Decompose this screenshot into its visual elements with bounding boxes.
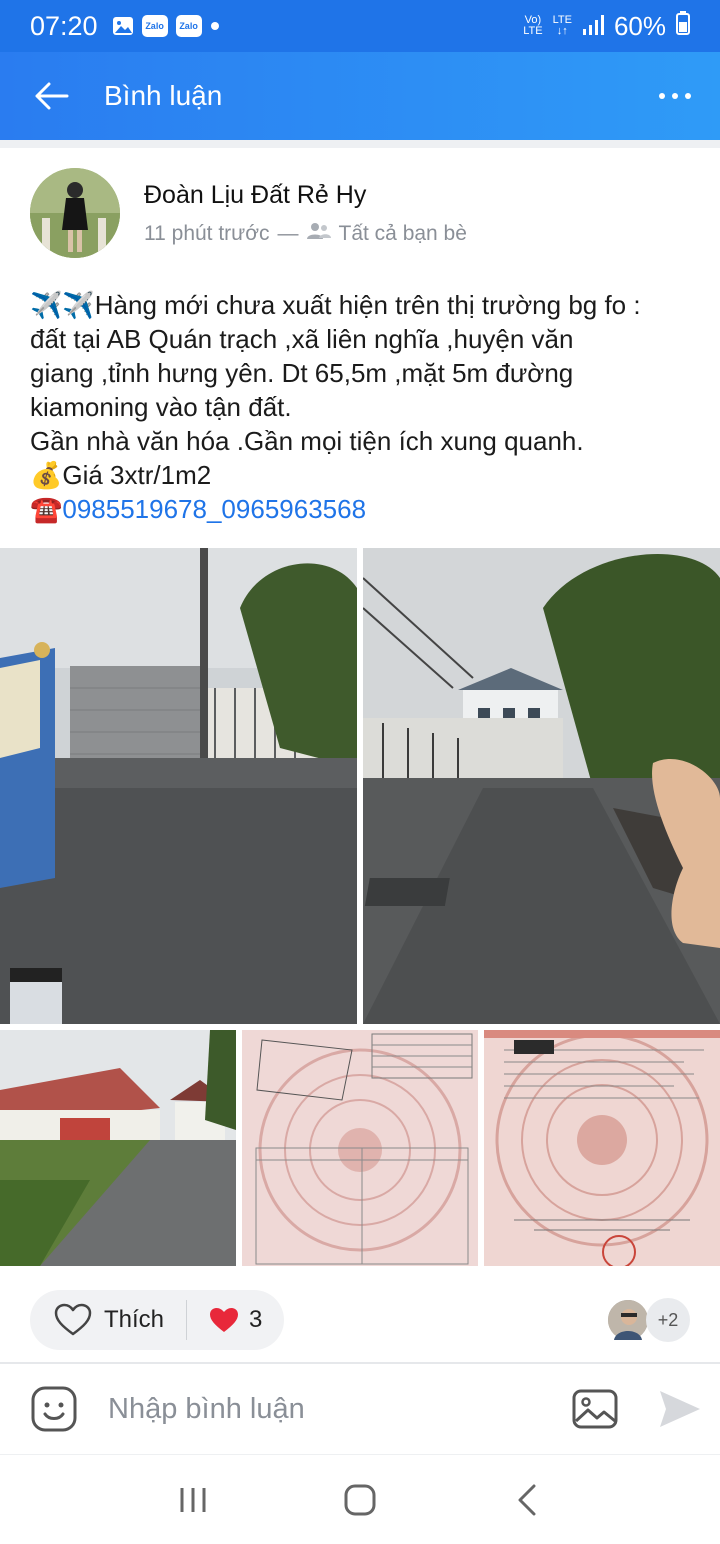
heart-outline-icon [54, 1303, 92, 1336]
like-button[interactable]: Thích [30, 1290, 186, 1350]
post-photo-1[interactable] [0, 548, 357, 1024]
status-bar: 07:20 Zalo Zalo Vo) LTE LTE ↓↑ 60% [0, 0, 720, 52]
zalo-notification-icon: Zalo [175, 15, 202, 37]
heart-count-value: 3 [249, 1306, 263, 1333]
image-icon [572, 1389, 618, 1429]
sticker-button[interactable] [0, 1364, 108, 1454]
gallery-notification-icon [112, 15, 134, 37]
reactors-list[interactable]: +2 [606, 1298, 690, 1342]
attach-image-button[interactable] [550, 1364, 640, 1454]
author-name[interactable]: Đoàn Lịu Đất Rẻ Hy [144, 181, 467, 210]
zalo-notification-icon: Zalo [141, 15, 168, 37]
heart-icon [210, 1308, 239, 1332]
post-photo-2[interactable] [363, 548, 720, 1024]
home-button[interactable] [320, 1460, 400, 1540]
arrow-left-icon [35, 82, 69, 110]
post-photo-3[interactable] [0, 1030, 236, 1266]
reactors-more-count: +2 [646, 1298, 690, 1342]
reaction-pill: Thích 3 [30, 1290, 284, 1350]
phone-link[interactable]: 0985519678_0965963568 [62, 494, 366, 524]
meta-separator: — [277, 221, 299, 245]
clock: 07:20 [30, 10, 98, 41]
lte-icon: LTE ↓↑ [552, 14, 572, 37]
reactions-row: Thích 3 +2 [30, 1290, 690, 1350]
app-bar: Bình luận [0, 52, 720, 140]
post-photo-4[interactable] [242, 1030, 478, 1266]
send-icon [660, 1391, 700, 1427]
post-meta: 11 phút trước — Tất cả bạn bè [144, 222, 467, 246]
recent-apps-button[interactable] [153, 1460, 233, 1540]
post-audience: Tất cả bạn bè [338, 221, 467, 245]
author-avatar[interactable] [30, 168, 120, 258]
battery-icon [676, 10, 690, 42]
signal-icon [582, 11, 604, 42]
recent-apps-icon [180, 1487, 206, 1512]
system-back-button[interactable] [487, 1460, 567, 1540]
more-options-button[interactable] [630, 52, 720, 140]
more-dots-icon [659, 93, 691, 99]
post-line: ✈️✈️Hàng mới chưa xuất hiện trên thị trư… [30, 290, 641, 320]
post-phone-line: ☎️0985519678_0965963568 [30, 492, 700, 526]
back-button[interactable] [0, 52, 104, 140]
dot-icon [210, 21, 220, 31]
telephone-icon: ☎️ [30, 494, 63, 524]
post-body: ✈️✈️Hàng mới chưa xuất hiện trên thị trư… [30, 288, 700, 526]
system-nav-bar [0, 1454, 720, 1544]
chevron-left-icon [518, 1484, 536, 1515]
home-icon [344, 1484, 376, 1515]
send-button[interactable] [640, 1364, 720, 1454]
post-line: Gần nhà văn hóa .Gần mọi tiện ích xung q… [30, 426, 584, 456]
comment-bar: Nhập bình luận [0, 1364, 720, 1454]
post-photo-5[interactable] [484, 1030, 720, 1266]
sticker-smile-icon [31, 1386, 77, 1432]
post-time: 11 phút trước [144, 221, 270, 245]
reaction-count-button[interactable]: 3 [187, 1306, 262, 1334]
friends-icon [306, 222, 331, 246]
like-label: Thích [104, 1306, 165, 1333]
battery-percent: 60% [613, 10, 666, 41]
volte-icon: Vo) LTE [523, 14, 543, 37]
post-line: kiamoning vào tận đất. [30, 392, 292, 422]
page-title: Bình luận [104, 80, 223, 111]
post-line: 💰Giá 3xtr/1m2 [30, 460, 212, 490]
post-line: đất tại AB Quán trạch ,xã liên nghĩa ,hu… [30, 324, 574, 354]
divider [0, 140, 720, 148]
comment-input[interactable]: Nhập bình luận [108, 1393, 305, 1426]
post-line: giang ,tỉnh hưng yên. Dt 65,5m ,mặt 5m đ… [30, 358, 574, 388]
reactor-avatar [606, 1298, 650, 1342]
post-header: Đoàn Lịu Đất Rẻ Hy 11 phút trước — Tất c… [30, 168, 467, 258]
